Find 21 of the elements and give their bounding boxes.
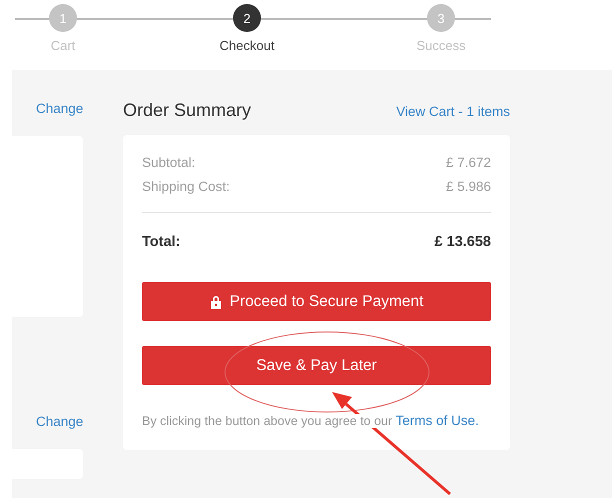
change-link[interactable]: Change (36, 414, 112, 429)
step-number: 2 (233, 4, 261, 32)
step-number: 1 (49, 4, 77, 32)
secure-payment-button[interactable]: Proceed to Secure Payment (142, 282, 491, 321)
line-value: £ 7.672 (446, 154, 491, 172)
total-value: £ 13.658 (434, 233, 491, 252)
step-number: 3 (427, 4, 455, 32)
pay-later-button[interactable]: Save & Pay Later (142, 346, 491, 385)
change-link[interactable]: Change (36, 101, 112, 116)
view-cart-link[interactable]: View Cart - 1 items (396, 104, 510, 119)
order-summary-title: Order Summary (123, 100, 252, 121)
line-label: Shipping Cost: (142, 178, 230, 196)
total-label: Total: (142, 233, 180, 252)
line-value: £ 5.986 (446, 178, 491, 196)
terms-link[interactable]: Terms of Use. (396, 413, 479, 428)
agreement-text: By clicking the button above you agree to our (142, 414, 392, 428)
line-label: Subtotal: (142, 154, 196, 172)
lock-icon (210, 294, 222, 308)
step-label: Cart (50, 38, 76, 53)
step-label: Checkout (220, 38, 274, 53)
step-label: Success (416, 38, 466, 53)
